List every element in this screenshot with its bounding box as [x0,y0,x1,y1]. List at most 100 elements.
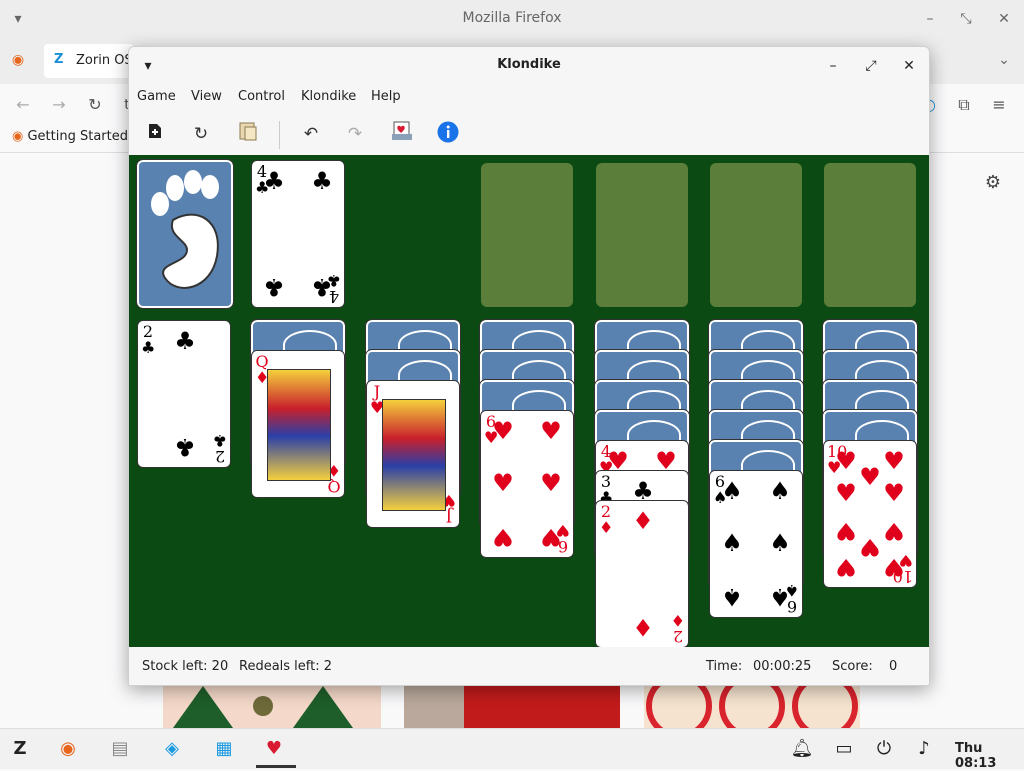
menu-help[interactable]: Help [371,89,401,104]
gear-icon[interactable]: ⚙ [982,172,1004,194]
score-label: Score: [832,659,873,674]
minimize-icon[interactable]: – [822,55,844,77]
suit-pip: ♥ [883,517,905,545]
deal-icon[interactable] [389,121,415,147]
firefox-icon: ◉ [12,129,24,144]
court-card-art [382,399,446,511]
firefox-titlebar: ▾ Mozilla Firefox – ⤡ ✕ [0,0,1024,38]
stock-pile[interactable] [136,159,234,309]
suit-pip: ♣ [311,167,333,195]
statusbar: Stock left: 20 Redeals left: 2 Time: 00:… [129,647,929,685]
suit-pip: ♥ [883,479,905,507]
thumbnail-3[interactable] [644,686,860,728]
menu-view[interactable]: View [191,89,222,104]
store-icon[interactable]: ▦ [212,737,236,761]
close-icon[interactable]: ✕ [994,9,1014,29]
redeals-left-label: Redeals left: 2 [239,659,333,674]
tableau-card[interactable]: J ♥ J ♥ [366,380,460,528]
menu-klondike[interactable]: Klondike [301,89,356,104]
suit-pip: ♦ [632,613,654,641]
display-icon[interactable]: ▭ [832,737,856,761]
close-icon[interactable]: ✕ [898,55,920,77]
volume-icon[interactable]: ♪ [912,737,936,761]
tableau-card[interactable]: 2 ♣ 2 ♣ ♣ ♣ [137,320,231,468]
tab-list-icon[interactable]: ⌄ [994,50,1014,70]
suit-pip: ♥ [540,417,562,445]
thumbnail-art [646,686,858,728]
tableau-card[interactable]: Q ♦ Q ♦ [251,350,345,498]
suit-pip: ♥ [835,553,857,581]
bookmark-getting-started[interactable]: ◉ Getting Started [12,129,128,144]
software-icon[interactable]: ◈ [160,737,184,761]
foundation-1[interactable] [481,163,573,307]
firefox-view-icon[interactable]: ◉ [8,50,28,70]
waste-card[interactable]: 4 ♣ ♣ ♣ ♣ ♣ 4 ♣ [251,160,345,308]
klondike-titlebar: ▾ Klondike – ⤢ ✕ [129,47,929,83]
suit-pip: ♠ [769,583,791,611]
select-game-icon[interactable] [235,121,261,147]
tableau-card[interactable]: 2 ♦ 2 ♦ ♦ ♦ [595,500,689,648]
foundation-3[interactable] [710,163,802,307]
maximize-icon[interactable]: ⤢ [860,55,882,77]
back-icon[interactable]: ← [12,94,34,116]
forward-icon[interactable]: → [48,94,70,116]
minimize-icon[interactable]: – [920,9,940,29]
card-rank: 2 ♣ [141,322,156,357]
tab-label: Zorin OS [76,53,133,68]
thumbnail-art [404,686,464,728]
taskbar: Z ◉ ▤ ◈ ▦ ♥ 🔔︎ ▭ ⏻ ♪ Thu 08:13 [0,728,1024,771]
undo-icon[interactable]: ↶ [298,121,324,147]
power-icon[interactable]: ⏻ [872,737,896,761]
restart-icon[interactable]: ↻ [188,121,214,147]
menu-control[interactable]: Control [238,89,285,104]
court-card-art [267,369,331,481]
card-rank: 2 ♣ [212,431,227,466]
notification-icon[interactable]: 🔔︎ [790,737,814,761]
tableau-card[interactable]: 6 ♥ 6 ♥ ♥ ♥ ♥ ♥ ♥ ♥ [480,410,574,558]
files-icon[interactable]: ▤ [108,737,132,761]
redo-icon[interactable]: ↷ [342,121,368,147]
time-label: Time: [706,659,743,674]
suit-pip: ♥ [883,447,905,475]
suit-pip: ♥ [492,523,514,551]
reload-icon[interactable]: ↻ [84,94,106,116]
card-rank: 2 ♦ [670,611,685,646]
solitaire-icon[interactable]: ♥ [262,737,286,761]
suit-pip: ♥ [859,463,881,491]
thumbnail-2[interactable] [404,686,620,728]
suit-pip: ♥ [835,479,857,507]
tab-zorin[interactable]: Z Zorin OS [44,44,134,78]
firefox-icon[interactable]: ◉ [56,737,80,761]
suit-pip: ♥ [835,517,857,545]
thumbnail-1[interactable] [163,686,381,728]
bookmark-label: Getting Started [27,129,128,144]
card-rank: 4 ♣ [326,271,341,306]
suit-pip: ♣ [263,273,285,301]
extensions-icon[interactable]: ⧉ [953,94,975,116]
klondike-title: Klondike [497,57,561,72]
foundation-4[interactable] [824,163,916,307]
klondike-window: ▾ Klondike – ⤢ ✕ Game View Control Klond… [128,46,930,686]
new-game-icon[interactable] [142,121,168,147]
suit-pip: ♥ [859,533,881,561]
suit-pip: ♦ [632,507,654,535]
score-value: 0 [889,659,898,674]
suit-pip: ♣ [263,167,285,195]
info-icon[interactable] [435,121,461,147]
game-table[interactable]: 4 ♣ ♣ ♣ ♣ ♣ 4 ♣ 2 ♣ 2 ♣ ♣ ♣ Q ♦ Q ♦ J ♥ J ♥ 6 ♥ 6 ♥ ♥ ♥ ♥ ♥ ♥ ♥ 4 ♥… [129,155,929,648]
toolbar: ↻ ↶ ↷ [129,117,929,151]
menu-game[interactable]: Game [137,89,176,104]
zorin-menu-icon[interactable]: Z [8,737,32,761]
hamburger-menu-icon[interactable]: ≡ [988,94,1010,116]
stock-left-label: Stock left: 20 [142,659,229,674]
suit-pip: ♠ [721,529,743,557]
thumbnail-art [173,686,353,728]
suit-pip: ♠ [721,583,743,611]
restore-icon[interactable]: ⤡ [956,9,976,29]
tableau-card[interactable]: 10 ♥ 10 ♥ ♥ ♥ ♥ ♥ ♥ ♥ ♥ ♥ ♥ ♥ [823,440,917,588]
tableau-card[interactable]: 6 ♠ 6 ♠ ♠ ♠ ♠ ♠ ♠ ♠ [709,470,803,618]
suit-pip: ♥ [835,447,857,475]
gnome-foot-icon [151,170,219,289]
suit-pip: ♥ [883,553,905,581]
foundation-2[interactable] [596,163,688,307]
